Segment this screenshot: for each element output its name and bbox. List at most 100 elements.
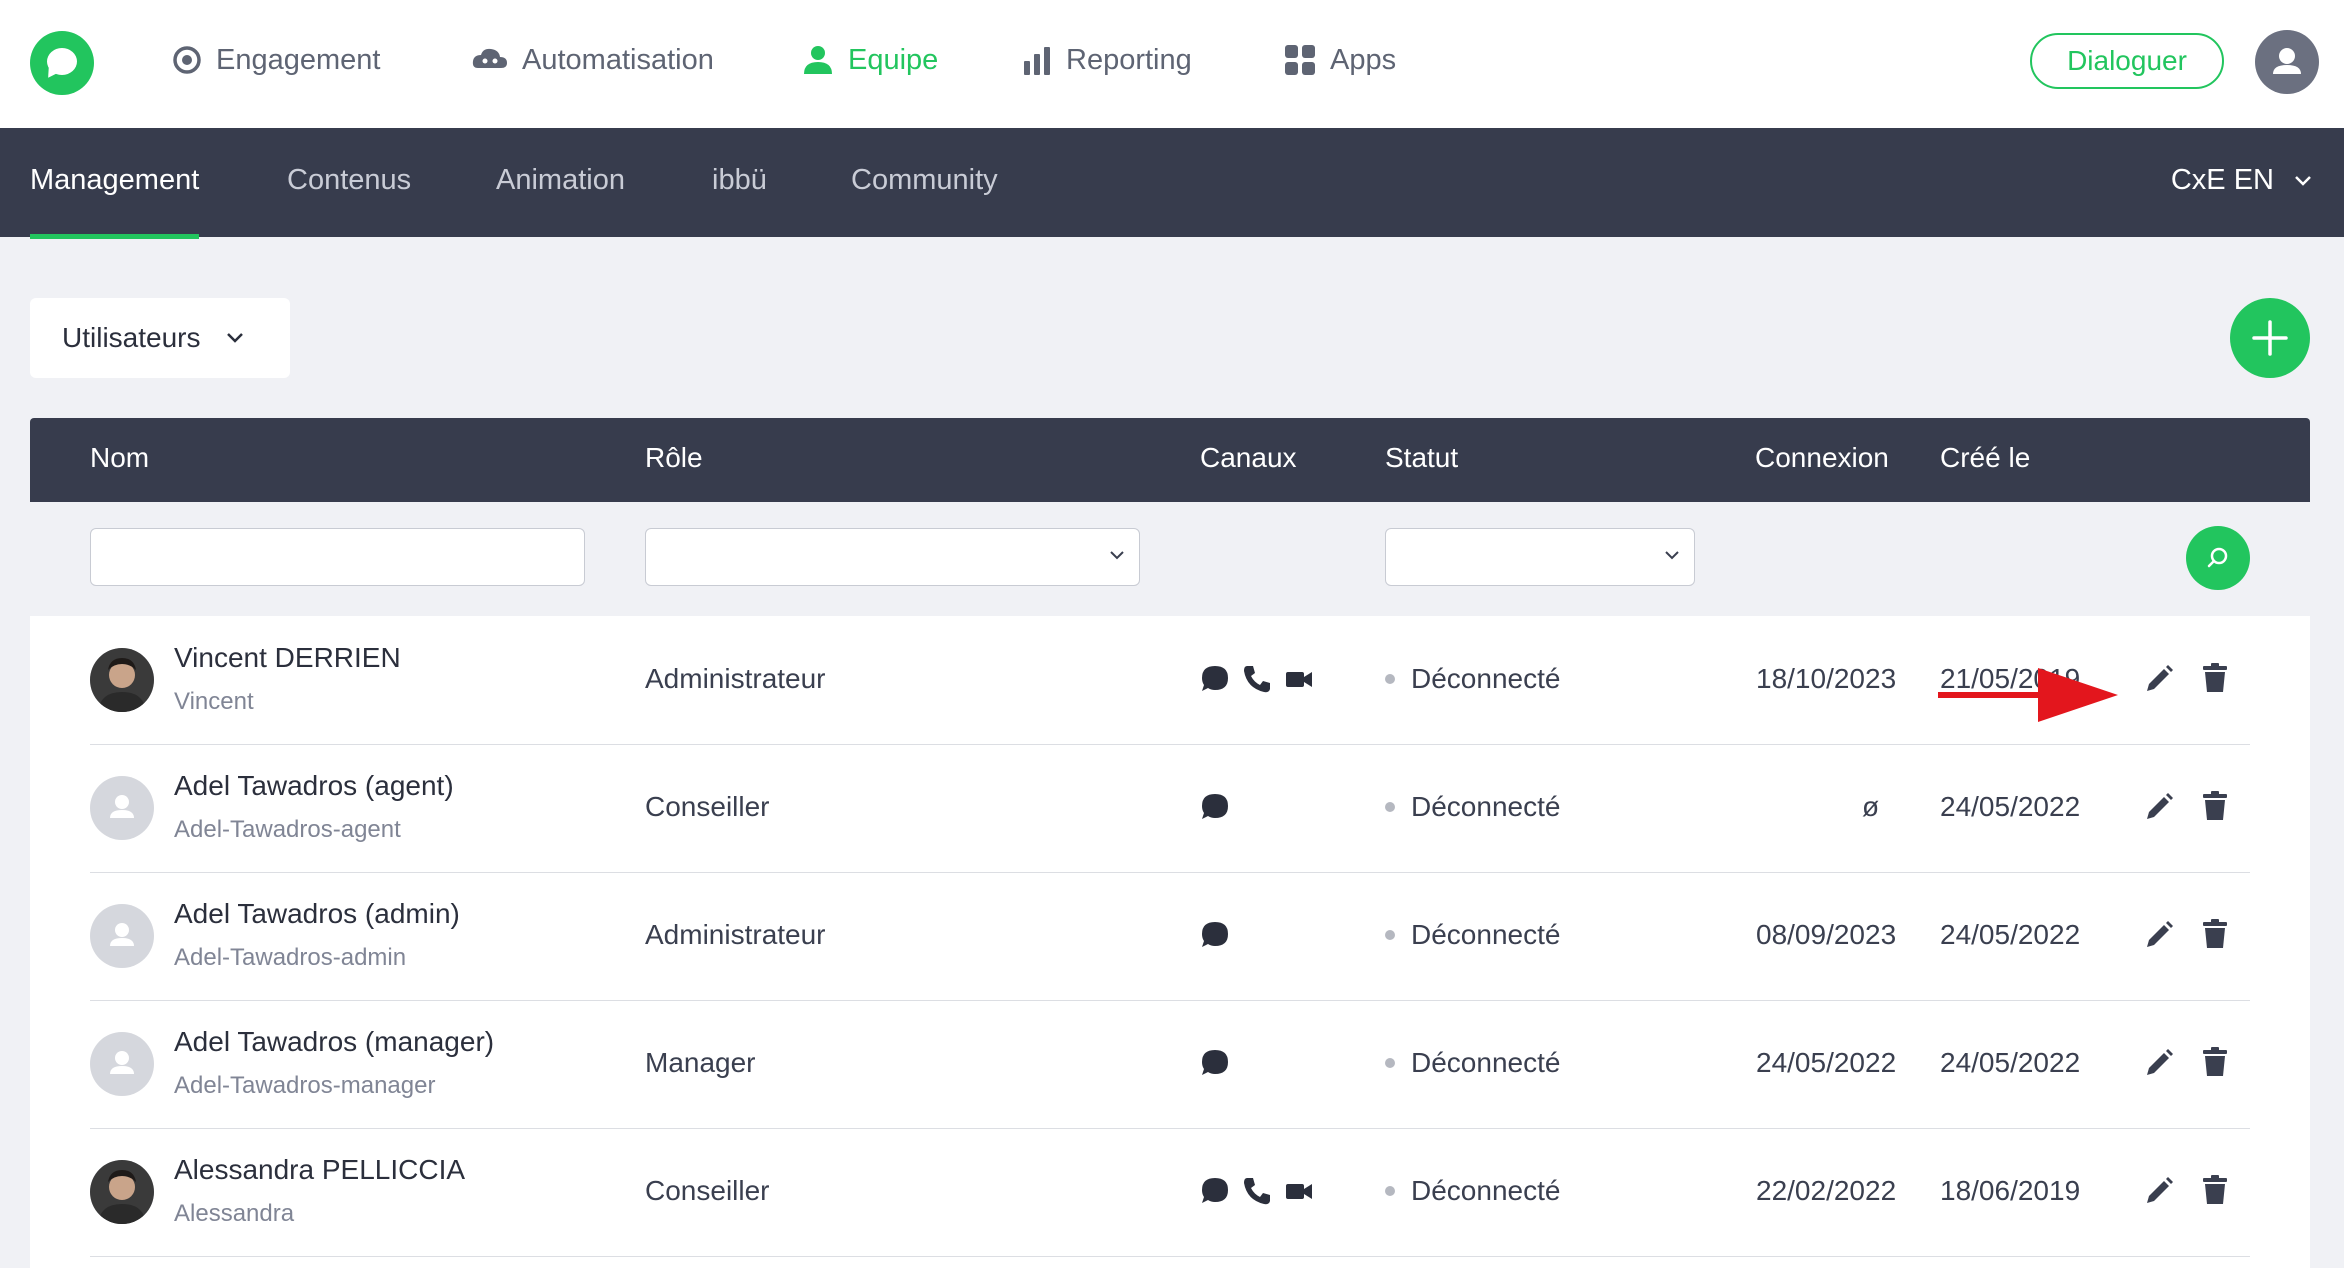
- user-status: Déconnecté: [1385, 1047, 1560, 1079]
- tab-animation[interactable]: Animation: [496, 164, 625, 197]
- trash-icon: [2203, 919, 2227, 948]
- status-filter-select[interactable]: [1385, 528, 1695, 586]
- user-avatar-icon[interactable]: [2255, 30, 2319, 94]
- user-channels: [1200, 664, 1314, 694]
- add-user-button[interactable]: [2230, 298, 2310, 378]
- user-channels: [1200, 1048, 1230, 1078]
- tab-community[interactable]: Community: [851, 164, 998, 197]
- user-created-date: 24/05/2022: [1940, 1047, 2081, 1078]
- user-last-connection: 22/02/2022: [1756, 1175, 1897, 1206]
- user-last-connection: 24/05/2022: [1756, 1047, 1897, 1078]
- column-header-created[interactable]: Créé le: [1940, 442, 2030, 474]
- section-navigation: Management Contenus Animation ibbü Commu…: [0, 128, 2344, 239]
- nav-reporting[interactable]: Reporting: [1022, 38, 1192, 82]
- workspace-selector[interactable]: CxE EN: [2171, 164, 2312, 197]
- delete-button[interactable]: [2202, 1046, 2228, 1083]
- user-channels: [1200, 920, 1230, 950]
- edit-button[interactable]: [2144, 1176, 2174, 1211]
- column-header-status[interactable]: Statut: [1385, 442, 1458, 474]
- table-header: Nom Rôle Canaux Statut Connexion Créé le: [30, 418, 2310, 502]
- table-row[interactable]: Adel Tawadros (agent) Adel-Tawadros-agent…: [90, 744, 2250, 873]
- pencil-icon: [2147, 1177, 2173, 1203]
- user-login: Vincent: [174, 688, 254, 715]
- nav-engagement-label: Engagement: [216, 43, 381, 76]
- user-last-connection: ø: [1862, 791, 1880, 822]
- filter-row: [30, 502, 2310, 616]
- plus-icon: [2252, 320, 2288, 356]
- chat-icon: [1202, 922, 1228, 947]
- user-channels: [1200, 792, 1230, 822]
- pencil-icon: [2147, 793, 2173, 819]
- user-role: Conseiller: [645, 1175, 770, 1206]
- status-dot-icon: [1385, 1186, 1395, 1196]
- name-filter-input[interactable]: [90, 528, 585, 586]
- edit-button[interactable]: [2144, 1048, 2174, 1083]
- table-row[interactable]: Vincent DERRIEN Vincent Administrateur Déco…: [90, 616, 2250, 745]
- user-login: Adel-Tawadros-manager: [174, 1072, 436, 1099]
- user-created-date: 24/05/2022: [1940, 791, 2081, 822]
- delete-button[interactable]: [2202, 1174, 2228, 1211]
- user-status: Déconnecté: [1385, 663, 1560, 695]
- table-row[interactable]: Adel Tawadros (admin) Adel-Tawadros-admin…: [90, 872, 2250, 1001]
- edit-button[interactable]: [2144, 792, 2174, 827]
- delete-button[interactable]: [2202, 790, 2228, 827]
- user-name[interactable]: Vincent DERRIEN: [174, 642, 401, 674]
- user-login: Adel-Tawadros-admin: [174, 944, 407, 971]
- user-name[interactable]: Adel Tawadros (agent): [174, 770, 454, 802]
- user-created-date: 18/06/2019: [1940, 1175, 2081, 1206]
- user-channels: [1200, 1176, 1314, 1206]
- user-status: Déconnecté: [1385, 791, 1560, 823]
- user-login: Alessandra: [174, 1200, 295, 1227]
- user-icon: [804, 46, 832, 74]
- nav-automatisation-label: Automatisation: [522, 43, 714, 76]
- top-navigation: Engagement Automatisation Equipe Reporti…: [0, 0, 2344, 129]
- status-dot-icon: [1385, 930, 1395, 940]
- avatar: [90, 904, 154, 968]
- edit-button[interactable]: [2144, 664, 2174, 699]
- user-status-label: Déconnecté: [1411, 1047, 1561, 1078]
- tab-ibbu[interactable]: ibbü: [712, 164, 767, 197]
- user-status-label: Déconnecté: [1411, 1175, 1561, 1206]
- user-role: Conseiller: [645, 791, 770, 822]
- table-row[interactable]: Alessandra PELLICCIA Alessandra Conseiller…: [90, 1128, 2250, 1257]
- video-icon: [1286, 672, 1312, 687]
- nav-reporting-label: Reporting: [1066, 43, 1192, 76]
- trash-icon: [2203, 663, 2227, 692]
- search-icon: [2207, 547, 2228, 568]
- video-icon: [1286, 1184, 1312, 1199]
- chevron-down-icon: [1110, 551, 1124, 560]
- column-header-role[interactable]: Rôle: [645, 442, 703, 474]
- user-name[interactable]: Adel Tawadros (admin): [174, 898, 460, 930]
- list-type-dropdown[interactable]: Utilisateurs: [30, 298, 290, 378]
- phone-icon: [1244, 666, 1270, 693]
- app-logo-icon[interactable]: [30, 31, 94, 95]
- status-dot-icon: [1385, 1058, 1395, 1068]
- avatar: [90, 648, 154, 712]
- user-role: Administrateur: [645, 663, 826, 694]
- user-name[interactable]: Alessandra PELLICCIA: [174, 1154, 465, 1186]
- tab-contenus[interactable]: Contenus: [287, 164, 411, 197]
- tab-management[interactable]: Management: [30, 164, 200, 239]
- edit-button[interactable]: [2144, 920, 2174, 955]
- delete-button[interactable]: [2202, 662, 2228, 699]
- role-filter-select[interactable]: [645, 528, 1140, 586]
- nav-equipe[interactable]: Equipe: [802, 38, 938, 82]
- status-dot-icon: [1385, 674, 1395, 684]
- nav-apps[interactable]: Apps: [1284, 38, 1396, 82]
- pencil-icon: [2147, 665, 2173, 691]
- avatar: [90, 1160, 154, 1224]
- user-status: Déconnecté: [1385, 919, 1560, 951]
- user-last-connection: 08/09/2023: [1756, 919, 1897, 950]
- search-button[interactable]: [2186, 526, 2250, 590]
- nav-apps-label: Apps: [1330, 43, 1397, 76]
- pencil-icon: [2147, 1049, 2173, 1075]
- table-row[interactable]: Adel Tawadros (manager) Adel-Tawadros-man…: [90, 1000, 2250, 1129]
- nav-engagement[interactable]: Engagement: [172, 38, 380, 82]
- dialoguer-button[interactable]: Dialoguer: [2030, 33, 2224, 89]
- column-header-connexion[interactable]: Connexion: [1755, 442, 1889, 474]
- user-name[interactable]: Adel Tawadros (manager): [174, 1026, 494, 1058]
- delete-button[interactable]: [2202, 918, 2228, 955]
- nav-automatisation[interactable]: Automatisation: [472, 38, 714, 82]
- user-login: Adel-Tawadros-agent: [174, 816, 401, 843]
- column-header-name[interactable]: Nom: [90, 442, 149, 474]
